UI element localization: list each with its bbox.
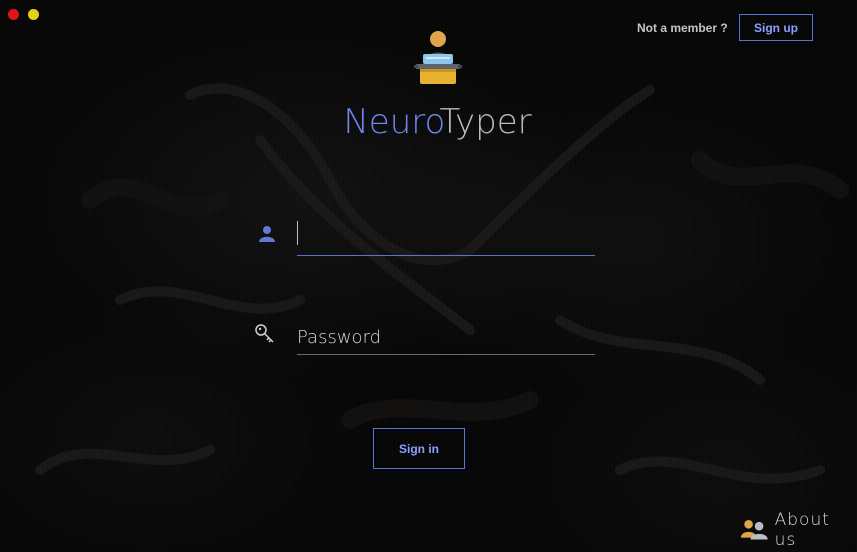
window-minimize-button[interactable] xyxy=(28,9,39,20)
password-input[interactable] xyxy=(297,321,595,355)
sign-in-button[interactable]: Sign in xyxy=(373,428,465,469)
text-caret xyxy=(297,221,298,245)
app-title-part1: Neuro xyxy=(343,102,440,142)
about-us-label: About us xyxy=(774,510,830,550)
login-window: Not a member ? Sign up NeuroTyper Sign i… xyxy=(0,0,857,552)
typist-icon xyxy=(414,31,462,84)
app-title: NeuroTyper xyxy=(0,102,857,142)
user-icon xyxy=(259,226,275,242)
not-member-text: Not a member ? xyxy=(637,21,728,35)
app-title-part2: Typer xyxy=(439,102,532,142)
key-icon xyxy=(255,324,274,343)
username-input[interactable] xyxy=(297,222,595,256)
window-close-button[interactable] xyxy=(8,9,19,20)
about-us-link[interactable]: About us xyxy=(740,510,857,550)
sign-up-button[interactable]: Sign up xyxy=(739,14,813,41)
users-icon xyxy=(740,519,768,540)
